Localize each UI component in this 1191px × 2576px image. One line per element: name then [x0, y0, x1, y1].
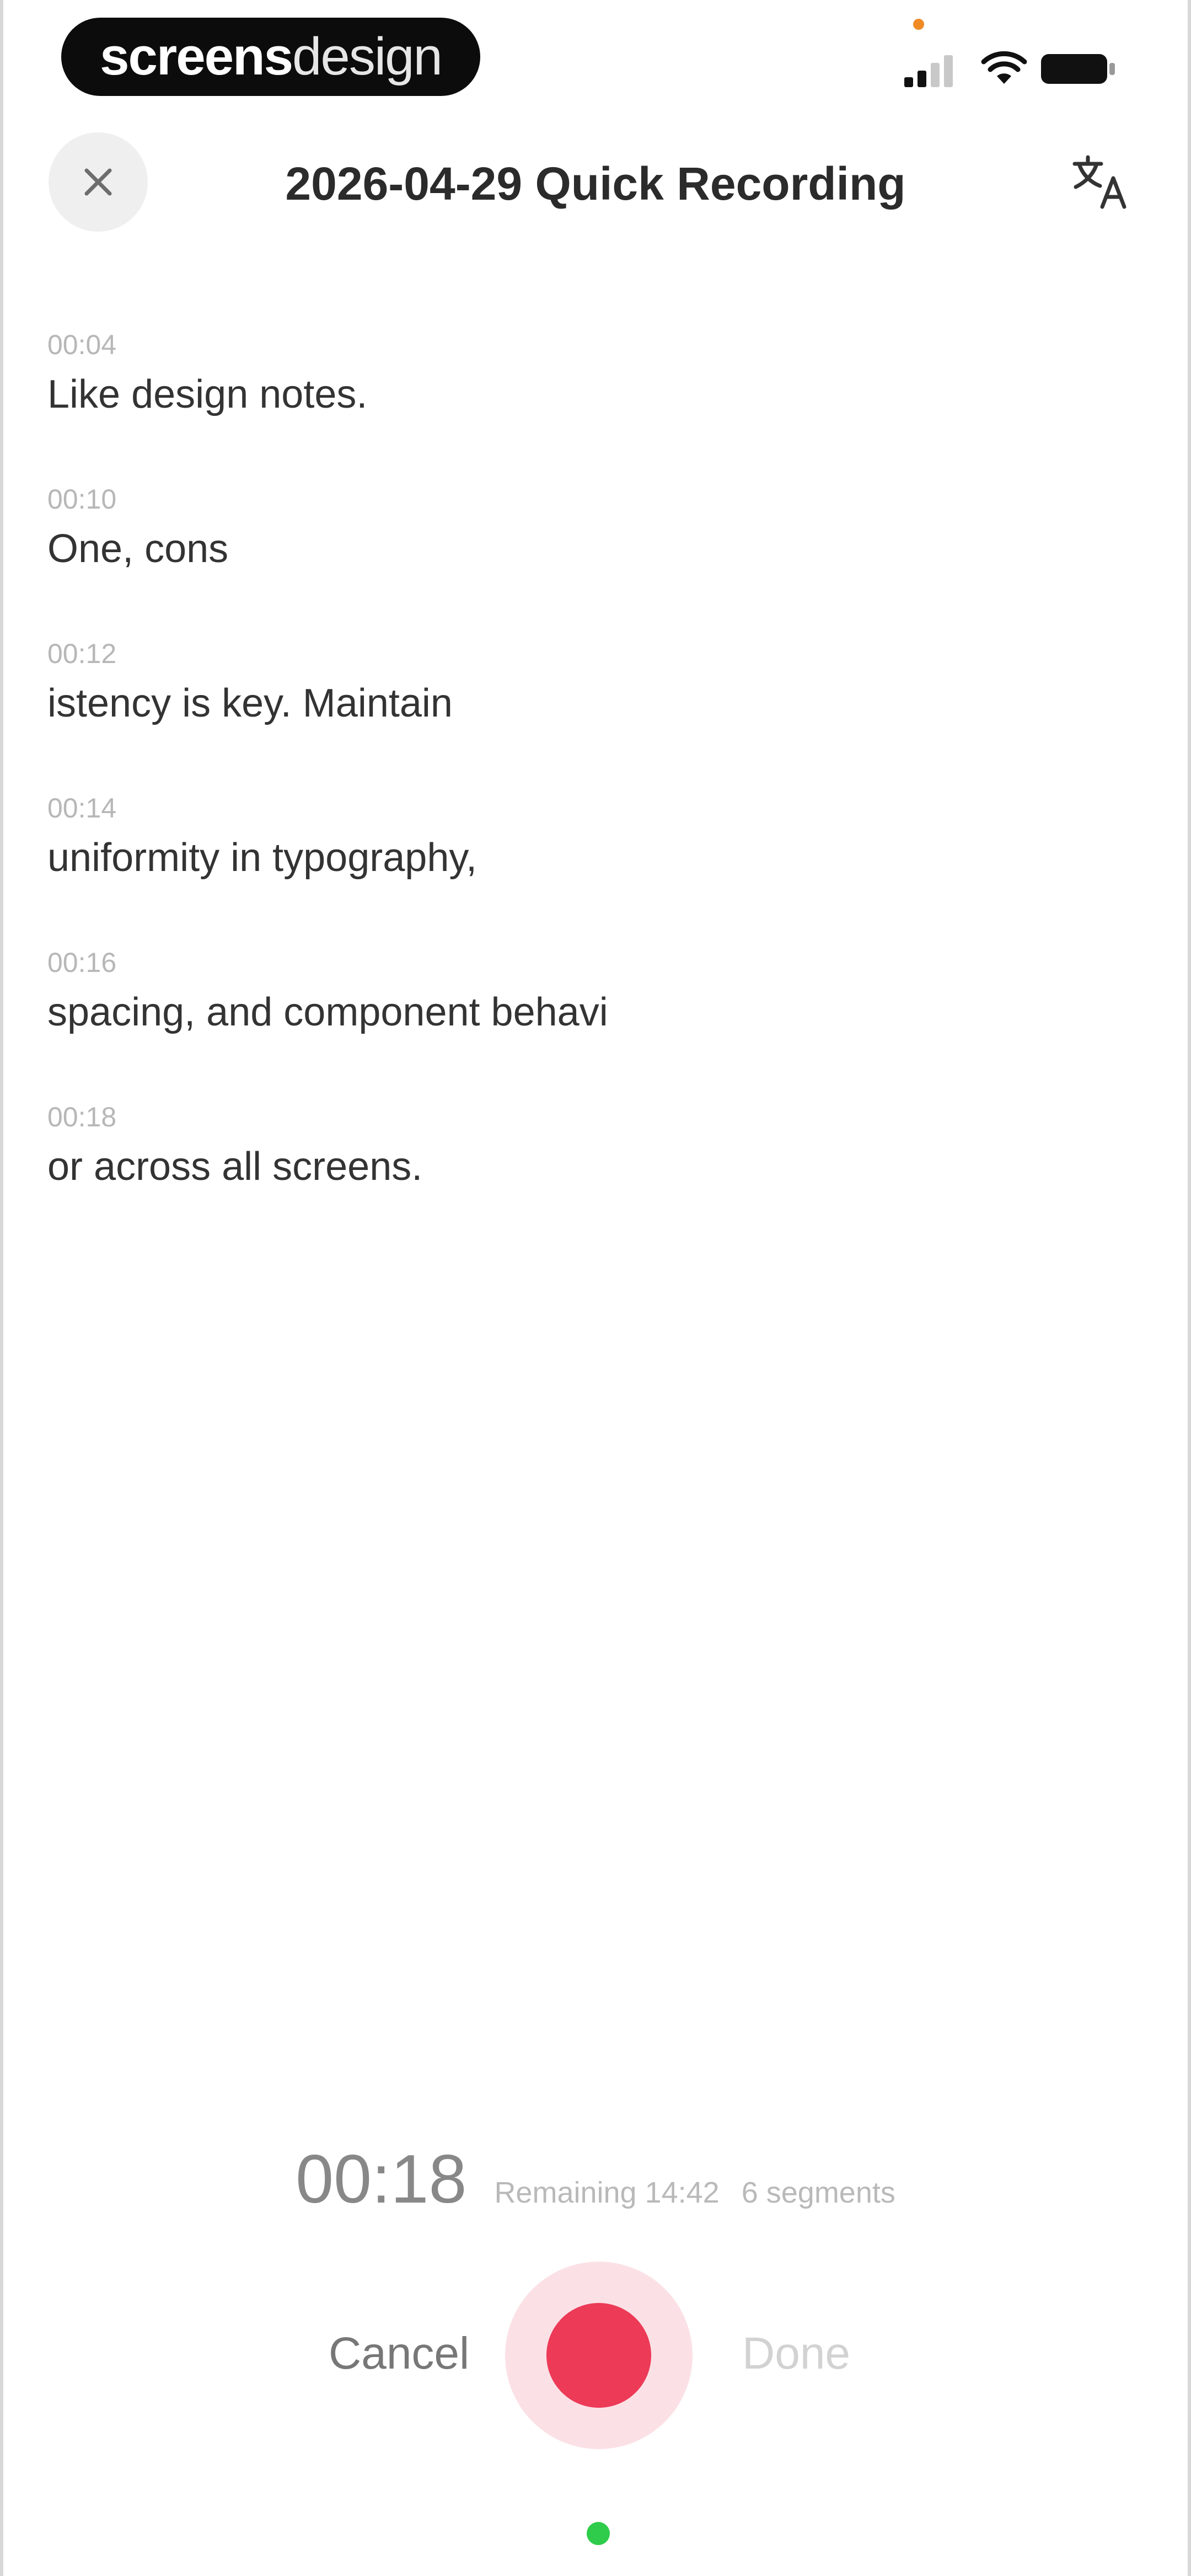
wifi-icon [981, 51, 1027, 84]
transcript-segment: 00:14 uniformity in typography, [47, 789, 1128, 943]
page-title: 2026-04-29 Quick Recording [285, 158, 906, 210]
close-icon [84, 168, 112, 196]
transcript-segment: 00:16 spacing, and component behavi [47, 943, 1128, 1098]
elapsed-timer: 00:18 [296, 2141, 467, 2217]
segment-timestamp: 00:18 [47, 1102, 117, 1132]
transcript-segment: 00:12 istency is key. Maintain [47, 634, 1128, 789]
segment-timestamp: 00:12 [47, 638, 117, 669]
transcript-list: 00:04 Like design notes. 00:10 One, cons… [47, 325, 1128, 1252]
record-dot-icon [546, 2303, 651, 2408]
close-button[interactable] [49, 132, 148, 232]
remaining-time: Remaining 14:42 [494, 2176, 720, 2209]
transcript-segment: 00:10 One, cons [47, 480, 1128, 634]
cancel-button[interactable]: Cancel [329, 2328, 469, 2380]
segment-text: or across all screens. [47, 1145, 423, 1189]
battery-icon [1041, 54, 1115, 84]
transcript-segment: 00:18 or across all screens. [47, 1098, 1128, 1252]
recording-active-indicator [587, 2522, 610, 2545]
segment-text: Like design notes. [47, 372, 368, 416]
done-button[interactable]: Done [742, 2328, 850, 2380]
segment-timestamp: 00:16 [47, 947, 117, 978]
segment-text: istency is key. Maintain [47, 681, 453, 725]
translate-button[interactable] [1067, 149, 1134, 215]
brand-text-bold: screens [100, 27, 293, 86]
cellular-signal-icon [904, 55, 953, 87]
recording-stats: 00:18 Remaining 14:42 6 segments [3, 2140, 1188, 2228]
brand-text-light: design [292, 27, 443, 86]
segments-count: 6 segments [741, 2176, 895, 2209]
header: 2026-04-29 Quick Recording [3, 127, 1188, 237]
recording-screen: screens design 2026-04-29 Quick Recording [0, 0, 1191, 2576]
segment-timestamp: 00:10 [47, 484, 117, 515]
brand-logo: screens design [61, 18, 480, 96]
segment-timestamp: 00:14 [47, 793, 117, 824]
segment-text: One, cons [47, 527, 229, 571]
status-bar: screens design [3, 0, 1188, 110]
privacy-indicator-dot [913, 19, 924, 30]
transcript-segment: 00:04 Like design notes. [47, 325, 1128, 480]
recording-controls: Cancel Done [3, 2262, 1188, 2449]
segment-timestamp: 00:04 [47, 329, 117, 360]
translate-icon [1072, 155, 1126, 209]
segment-text: uniformity in typography, [47, 836, 478, 880]
record-button[interactable] [505, 2262, 693, 2449]
segment-text: spacing, and component behavi [47, 990, 608, 1034]
